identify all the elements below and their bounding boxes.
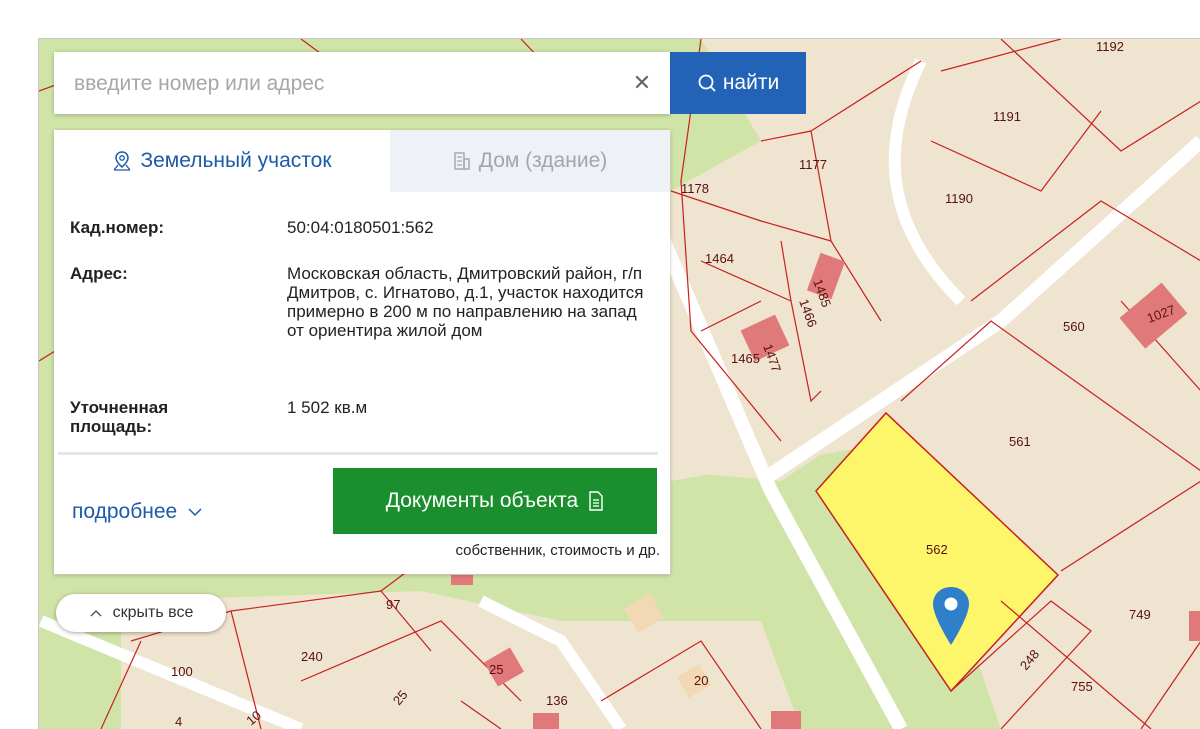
plot-label-240: 240 (301, 649, 323, 664)
plot-label-560: 560 (1063, 319, 1085, 334)
plot-label-136: 136 (546, 693, 568, 708)
plot-label-755: 755 (1071, 679, 1093, 694)
plot-label-1178: 1178 (681, 181, 709, 196)
tab-land-plot[interactable]: Земельный участок (54, 130, 390, 192)
area-label: Уточненная площадь: (70, 398, 169, 436)
more-details-link[interactable]: подробнее (72, 500, 203, 524)
area-value: 1 502 кв.м (287, 398, 368, 417)
close-icon[interactable]: ✕ (628, 68, 656, 98)
plot-label-100: 100 (171, 664, 193, 679)
search-bar: ✕ (54, 52, 670, 114)
land-plot-icon (113, 151, 131, 171)
chevron-down-icon (188, 508, 202, 517)
tab-building[interactable]: Дом (здание) (390, 130, 670, 192)
plot-label-25: 25 (489, 662, 503, 677)
chevron-up-icon (90, 610, 102, 617)
search-button-label: найти (722, 71, 780, 94)
plot-label-562: 562 (926, 542, 948, 557)
divider (58, 452, 658, 455)
tab-building-label: Дом (здание) (478, 149, 608, 172)
plot-label-1464: 1464 (705, 251, 734, 266)
building-icon (454, 152, 470, 170)
plot-label-749: 749 (1129, 607, 1151, 622)
more-details-label: подробнее (72, 500, 178, 523)
plot-label-97: 97 (386, 597, 400, 612)
plot-label-1177: 1177 (799, 157, 827, 172)
cad-number-value: 50:04:0180501:562 (287, 218, 434, 237)
tabs: Земельный участок Дом (здание) (54, 130, 670, 192)
object-documents-label: Документы объекта (385, 489, 579, 512)
plot-label-1465: 1465 (731, 351, 760, 366)
plot-label-1192: 1192 (1096, 39, 1124, 54)
search-button[interactable]: найти (670, 52, 806, 114)
plot-label-1190: 1190 (945, 191, 973, 206)
map-pin-icon[interactable] (930, 585, 972, 647)
hide-all-label: скрыть все (112, 604, 194, 621)
address-value: Московская область, Дмитровский район, г… (287, 264, 644, 340)
tab-land-plot-label: Земельный участок (140, 149, 332, 172)
search-icon (698, 74, 716, 92)
documents-subtitle: собственник, стоимость и др. (455, 542, 660, 559)
document-icon (589, 491, 603, 511)
plot-label-561: 561 (1009, 434, 1031, 449)
address-label: Адрес: (70, 264, 128, 283)
object-info-card: Земельный участок Дом (здание) Кад.номер… (54, 130, 670, 574)
search-input[interactable] (72, 66, 626, 102)
cad-number-label: Кад.номер: (70, 218, 165, 237)
plot-label-4: 4 (175, 714, 182, 729)
object-documents-button[interactable]: Документы объекта (333, 468, 657, 534)
plot-label-20: 20 (694, 673, 708, 688)
plot-label-1191: 1191 (993, 109, 1021, 124)
hide-all-button[interactable]: скрыть все (56, 594, 226, 632)
